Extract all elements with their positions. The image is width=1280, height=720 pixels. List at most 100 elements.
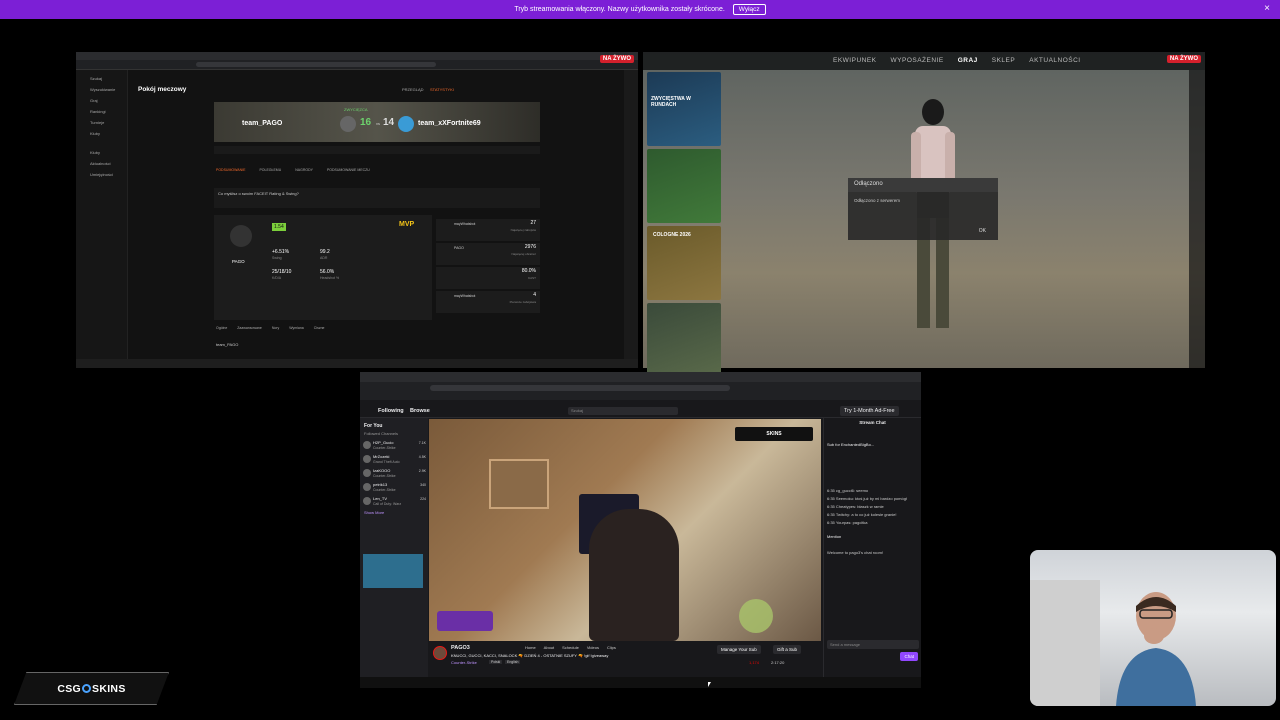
search-input[interactable]: Szukaj bbox=[568, 407, 678, 415]
tab-videos[interactable]: Videos bbox=[587, 645, 599, 650]
sidebar-item-clubs-2[interactable]: Kluby bbox=[90, 150, 127, 155]
match-hero: ZWYCIĘZCA team_PAGO 16 vs 14 team_xXFort… bbox=[214, 102, 540, 142]
lb-label: Najwięcej zabójstw bbox=[510, 228, 536, 232]
avatar bbox=[363, 497, 371, 505]
team-a-name[interactable]: team_PAGO bbox=[242, 120, 282, 127]
sidebar-item-clubs[interactable]: Kluby bbox=[90, 131, 127, 136]
score-a: 16 bbox=[360, 117, 372, 128]
table-tab-ciszne[interactable]: Ciszne bbox=[314, 326, 325, 330]
try-adfree-button[interactable]: Try 1-Month Ad-Free bbox=[840, 406, 899, 416]
nav-browse[interactable]: Browse bbox=[410, 408, 430, 414]
lb-value: 4 bbox=[533, 292, 536, 298]
promo-card[interactable]: ZWYCIĘSTWA W RUNDACH bbox=[647, 72, 721, 146]
list-item[interactable]: petrik13 Counter-Strike 340 bbox=[360, 481, 428, 495]
mention-heading: Mention bbox=[827, 534, 842, 539]
logo-text-left: CSG bbox=[57, 682, 82, 695]
browser-chrome bbox=[360, 372, 921, 400]
tab-about[interactable]: About bbox=[544, 645, 554, 650]
uptime: 2:17:20 bbox=[771, 660, 785, 665]
windows-taskbar bbox=[76, 359, 638, 368]
tab-clips[interactable]: Clips bbox=[607, 645, 616, 650]
sidebar-item-matchmaking[interactable]: Wyszukiwanie bbox=[90, 87, 127, 92]
chat-input[interactable]: Send a message bbox=[827, 640, 919, 649]
subtab-fallen[interactable]: POLEGŁEMU bbox=[259, 168, 281, 172]
disable-streaming-button[interactable]: Wyłącz bbox=[732, 4, 766, 15]
tag[interactable]: English bbox=[505, 660, 521, 664]
channel-game: Counter-Strike bbox=[373, 446, 396, 450]
table-tab-advanced[interactable]: Zaawansowane bbox=[237, 326, 262, 330]
sidebar-item-news[interactable]: Aktualności bbox=[90, 161, 127, 166]
lb-value: 80.0% bbox=[521, 268, 536, 274]
channel-game: Counter-Strike bbox=[373, 474, 396, 478]
gift-sub-button[interactable]: Gift a Sub bbox=[773, 645, 802, 654]
show-more-link[interactable]: Show More bbox=[364, 509, 428, 516]
menu-inventory[interactable]: EKWIPUNEK bbox=[833, 57, 877, 64]
menu-news[interactable]: AKTUALNOŚCI bbox=[1029, 57, 1080, 64]
page-title: Pokój meczowy bbox=[138, 86, 187, 93]
avatar bbox=[363, 441, 371, 449]
tab-home[interactable]: Home bbox=[525, 645, 536, 650]
promo-card[interactable] bbox=[647, 149, 721, 223]
list-item[interactable]: MrZozeki Grand Theft Auto 4.5K bbox=[360, 453, 428, 467]
subtab-summary[interactable]: PODSUMOWANIE bbox=[216, 168, 245, 172]
leaderboard-row: mayWhatsbot 27 Najwięcej zabójstw bbox=[436, 219, 540, 241]
promo-thumbnail[interactable] bbox=[363, 554, 423, 588]
channel-viewers: 7.1K bbox=[418, 441, 426, 445]
sidebar-item-search[interactable]: Szukaj bbox=[90, 76, 127, 81]
tab-stats[interactable]: STATYSTYKI bbox=[430, 87, 454, 92]
sidebar-item-tournaments[interactable]: Turnieje bbox=[90, 120, 127, 125]
sidebar-item-play[interactable]: Graj bbox=[90, 98, 127, 103]
team-b-name[interactable]: team_xXFortnite69 bbox=[418, 120, 481, 127]
lb-name: mayWhatsbot bbox=[454, 222, 476, 226]
menu-store[interactable]: SKLEP bbox=[992, 57, 1015, 64]
subtab-match-summary[interactable]: PODSUMOWANIE MECZU bbox=[327, 168, 370, 172]
list-item[interactable]: H2P_Gucio Counter-Strike 7.1K bbox=[360, 439, 428, 453]
stream-game[interactable]: Counter-Strike bbox=[451, 660, 477, 665]
stat-adr-label: ADR bbox=[320, 256, 328, 260]
subtab-rewards[interactable]: NAGRODY bbox=[295, 168, 313, 172]
tab-overview[interactable]: PRZEGLĄD bbox=[402, 87, 424, 92]
menu-play[interactable]: GRAJ bbox=[958, 57, 978, 64]
promo-card[interactable]: COLOGNE 2026 bbox=[647, 226, 721, 300]
channel-name: MrZozeki bbox=[373, 454, 390, 459]
promo-card[interactable] bbox=[647, 303, 721, 377]
sidebar-item-skills[interactable]: Umiejętności bbox=[90, 172, 127, 177]
channel-name[interactable]: PAGO3 bbox=[451, 645, 470, 651]
address-bar[interactable] bbox=[430, 385, 730, 391]
table-tab-exchange[interactable]: Wymiana bbox=[289, 326, 304, 330]
winner-label: ZWYCIĘZCA bbox=[344, 107, 368, 112]
dialog-ok-button[interactable]: OK bbox=[979, 228, 986, 234]
close-icon[interactable]: × bbox=[1264, 3, 1270, 14]
csgoskins-logo: CSG SKINS bbox=[14, 672, 169, 705]
promo-card-title: ZWYCIĘSTWA W RUNDACH bbox=[651, 96, 691, 108]
menu-loadout[interactable]: WYPOSAŻENIE bbox=[891, 57, 944, 64]
feedback-box: Co myślisz o swoim FACEIT Rating & Swing… bbox=[214, 188, 540, 208]
chat-send-button[interactable]: Chat bbox=[900, 652, 918, 661]
video-player[interactable]: SKINS bbox=[429, 419, 821, 641]
channel-game: Call of Duty: Warz bbox=[373, 502, 402, 506]
streamer bbox=[589, 509, 679, 641]
table-tabs: Ogólne Zaawansowane Nory Wymiana Ciszne bbox=[216, 326, 324, 330]
table-tab-general[interactable]: Ogólne bbox=[216, 326, 227, 330]
team-b-avatar bbox=[398, 116, 414, 132]
feedback-question: Co myślisz o swoim FACEIT Rating & Swing… bbox=[218, 191, 299, 196]
banner-text: Tryb streamowania włączony. Nazwy użytko… bbox=[514, 6, 725, 13]
manage-sub-button[interactable]: Manage Your Sub bbox=[717, 645, 761, 654]
logo-circle-icon bbox=[82, 684, 92, 693]
mvp-label: MVP bbox=[399, 221, 415, 228]
address-bar[interactable] bbox=[196, 62, 436, 67]
disconnected-dialog: Odłączono Odłączono z serwerem OK bbox=[848, 178, 998, 240]
sidebar-item-rankings[interactable]: Rankingi bbox=[90, 109, 127, 114]
tag[interactable]: Polski bbox=[489, 660, 503, 664]
list-item[interactable]: Len_TV Call of Duty: Warz 224 bbox=[360, 495, 428, 509]
tab-schedule[interactable]: Schedule bbox=[562, 645, 579, 650]
avatar bbox=[433, 646, 447, 660]
table-tab-nory[interactable]: Nory bbox=[272, 326, 279, 330]
faceit-window: NA ŻYWO Szukaj Wyszukiwanie Graj Ranking… bbox=[76, 52, 638, 368]
table-row[interactable]: team_PAGO bbox=[216, 342, 238, 347]
lb-name: mayWhatsbot bbox=[454, 294, 476, 298]
nav-following[interactable]: Following bbox=[378, 408, 404, 414]
channel-viewers: 2.9K bbox=[418, 469, 426, 473]
list-item[interactable]: IzaKOOO Counter-Strike 2.9K bbox=[360, 467, 428, 481]
chat-message: 6:35 Cheatypes: błaszk w ramie bbox=[827, 504, 884, 509]
